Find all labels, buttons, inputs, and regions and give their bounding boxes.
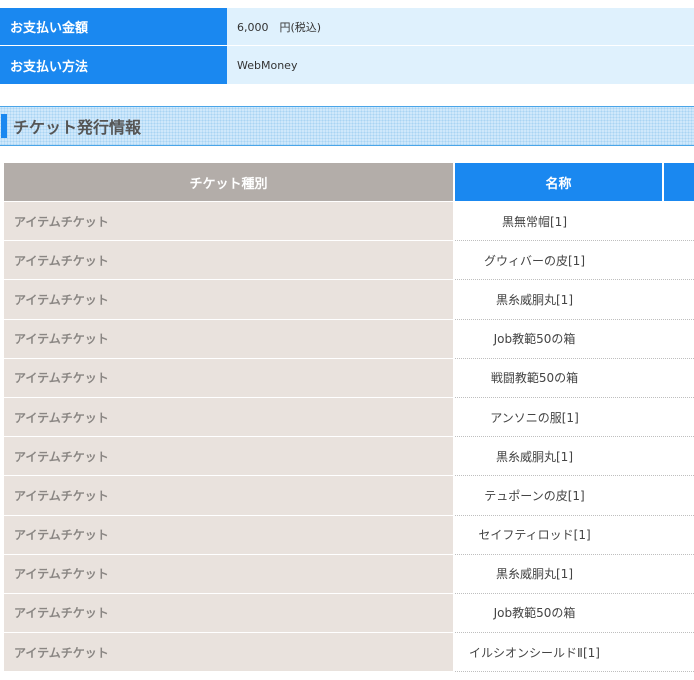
table-row: アイテムチケット Job教範50の箱 [4, 319, 694, 359]
ticket-issue-section-header: チケット発行情報 [0, 106, 694, 146]
ticket-name-cell: セイフティロッド[1] [455, 515, 694, 555]
ticket-name-cell: テュポーンの皮[1] [455, 476, 694, 516]
ticket-confirmation-page: お支払い金額 6,000 円(税込) お支払い方法 WebMoney チケット発… [0, 0, 694, 680]
ticket-table-header: チケット種別 名称 [4, 163, 694, 201]
ticket-table: チケット種別 名称 アイテムチケット 黒無常帽[1] アイテムチケット グウィバ… [4, 163, 694, 673]
ticket-name-cell: 黒糸威胴丸[1] [455, 554, 694, 594]
extra-column-header [664, 163, 694, 201]
ticket-name-cell: Job教範50の箱 [455, 593, 694, 634]
ticket-type-cell: アイテムチケット [4, 593, 453, 634]
ticket-name-cell: 戦闘教範50の箱 [455, 358, 694, 398]
ticket-type-cell: アイテムチケット [4, 633, 453, 673]
ticket-name-cell: 黒糸威胴丸[1] [455, 280, 694, 320]
section-accent-bar [1, 114, 7, 138]
ticket-name-cell: Job教範50の箱 [455, 319, 694, 359]
table-row: アイテムチケット Job教範50の箱 [4, 593, 694, 634]
ticket-name-cell: アンソニの服[1] [455, 397, 694, 438]
table-row: アイテムチケット 黒無常帽[1] [4, 202, 694, 242]
payment-info-table: お支払い金額 6,000 円(税込) お支払い方法 WebMoney [0, 0, 694, 85]
ticket-type-cell: アイテムチケット [4, 358, 453, 398]
payment-amount-label: お支払い金額 [0, 0, 227, 46]
ticket-type-cell: アイテムチケット [4, 397, 453, 438]
ticket-name-cell: 黒無常帽[1] [455, 202, 694, 242]
ticket-name-cell: イルシオンシールドⅡ[1] [455, 633, 694, 673]
ticket-name-cell: 黒糸威胴丸[1] [455, 437, 694, 477]
table-row: アイテムチケット セイフティロッド[1] [4, 515, 694, 555]
table-row: アイテムチケット 戦闘教範50の箱 [4, 358, 694, 398]
ticket-type-cell: アイテムチケット [4, 437, 453, 477]
payment-method-label: お支払い方法 [0, 46, 227, 85]
ticket-type-cell: アイテムチケット [4, 319, 453, 359]
table-row: アイテムチケット 黒糸威胴丸[1] [4, 280, 694, 320]
ticket-type-cell: アイテムチケット [4, 241, 453, 281]
ticket-type-cell: アイテムチケット [4, 202, 453, 242]
ticket-type-cell: アイテムチケット [4, 476, 453, 516]
table-row: アイテムチケット アンソニの服[1] [4, 397, 694, 438]
table-row: アイテムチケット テュポーンの皮[1] [4, 476, 694, 516]
ticket-type-cell: アイテムチケット [4, 280, 453, 320]
table-row: アイテムチケット グウィバーの皮[1] [4, 241, 694, 281]
payment-method-value: WebMoney [227, 46, 694, 85]
payment-method-row: お支払い方法 WebMoney [0, 46, 694, 85]
table-row: アイテムチケット イルシオンシールドⅡ[1] [4, 633, 694, 673]
payment-amount-value: 6,000 円(税込) [227, 0, 694, 46]
section-title: チケット発行情報 [13, 118, 142, 137]
ticket-type-cell: アイテムチケット [4, 515, 453, 555]
table-row: アイテムチケット 黒糸威胴丸[1] [4, 554, 694, 594]
ticket-name-header: 名称 [455, 163, 662, 201]
ticket-type-header: チケット種別 [4, 163, 453, 201]
ticket-name-cell: グウィバーの皮[1] [455, 241, 694, 281]
table-row: アイテムチケット 黒糸威胴丸[1] [4, 437, 694, 477]
payment-amount-row: お支払い金額 6,000 円(税込) [0, 0, 694, 46]
ticket-type-cell: アイテムチケット [4, 554, 453, 594]
